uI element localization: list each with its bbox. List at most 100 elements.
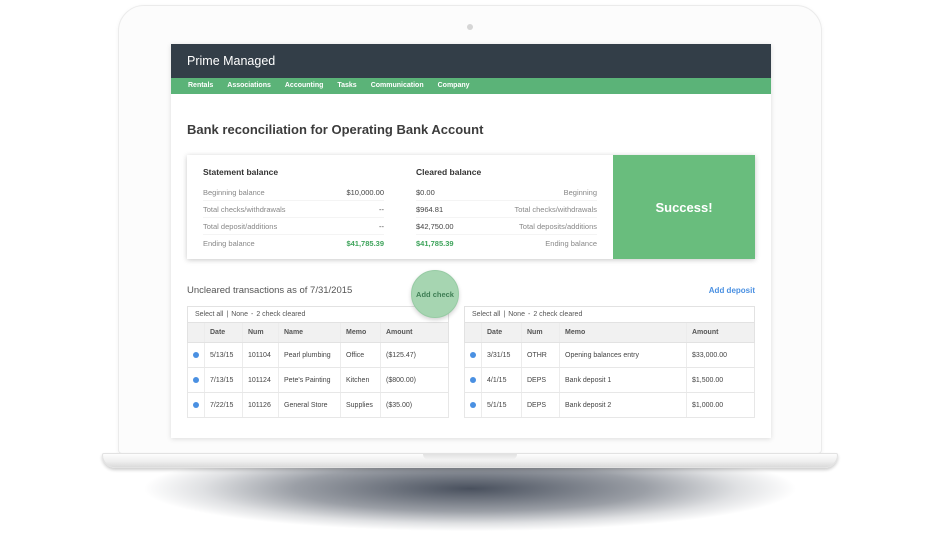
toolbar-divider: | — [226, 311, 228, 318]
nav-item-tasks[interactable]: Tasks — [330, 78, 363, 94]
balance-value: $10,000.00 — [346, 188, 384, 197]
balance-row-ending: $41,785.39 Ending balance — [416, 234, 597, 251]
cell-date: 4/1/15 — [481, 368, 521, 392]
toolbar-dash: - — [528, 311, 530, 318]
cleared-balance-title: Cleared balance — [416, 167, 597, 177]
column-header-amount: Amount — [380, 323, 448, 342]
balance-row: Beginning balance $10,000.00 — [203, 184, 384, 200]
webcam-dot — [467, 24, 473, 30]
stage: Prime Managed Rentals Associations Accou… — [0, 0, 940, 549]
app-header: Prime Managed — [171, 44, 771, 78]
page-title: Bank reconciliation for Operating Bank A… — [187, 122, 755, 137]
nav-item-company[interactable]: Company — [431, 78, 477, 94]
column-header-memo: Memo — [559, 323, 686, 342]
cleared-toggle-dot[interactable] — [470, 352, 476, 358]
cleared-count: 2 check cleared — [533, 311, 582, 318]
laptop-base — [102, 453, 838, 468]
cleared-toggle-dot[interactable] — [470, 402, 476, 408]
cleared-count: 2 check cleared — [256, 311, 305, 318]
table-row[interactable]: 7/13/15 101124 Pete's Painting Kitchen (… — [187, 368, 449, 393]
cell-memo: Bank deposit 1 — [559, 368, 686, 392]
table-header: Date Num Memo Amount — [464, 323, 755, 343]
cell-amount: $1,000.00 — [686, 393, 754, 417]
balance-label: Ending balance — [203, 239, 255, 248]
balance-label: Beginning balance — [203, 188, 265, 197]
table-row[interactable]: 5/1/15 DEPS Bank deposit 2 $1,000.00 — [464, 393, 755, 418]
cleared-balance-section: Cleared balance $0.00 Beginning $964.81 … — [400, 155, 613, 259]
table-toolbar: Select all|None-2 check cleared — [464, 306, 755, 323]
balance-value: $41,785.39 — [416, 239, 454, 248]
checkbox-cell — [188, 343, 204, 367]
nav-item-associations[interactable]: Associations — [220, 78, 278, 94]
balance-value: $0.00 — [416, 188, 435, 197]
success-badge: Success! — [613, 155, 755, 259]
cell-memo: Office — [340, 343, 380, 367]
cell-name: Pearl plumbing — [278, 343, 340, 367]
cell-memo: Supplies — [340, 393, 380, 417]
cell-amount: ($125.47) — [380, 343, 448, 367]
cell-date: 7/13/15 — [204, 368, 242, 392]
nav-item-communication[interactable]: Communication — [364, 78, 431, 94]
balance-value: -- — [379, 222, 384, 231]
balance-row: Total deposit/additions -- — [203, 217, 384, 234]
balance-value: $41,785.39 — [346, 239, 384, 248]
balance-label: Beginning — [564, 188, 597, 197]
transaction-tables: Select all|None-2 check cleared Date Num… — [187, 306, 755, 418]
balance-row-ending: Ending balance $41,785.39 — [203, 234, 384, 251]
balance-row: $964.81 Total checks/withdrawals — [416, 200, 597, 217]
checkbox-cell — [465, 393, 481, 417]
balance-row: Total checks/withdrawals -- — [203, 200, 384, 217]
main-nav: Rentals Associations Accounting Tasks Co… — [171, 78, 771, 94]
table-row[interactable]: 4/1/15 DEPS Bank deposit 1 $1,500.00 — [464, 368, 755, 393]
balance-label: Total deposits/additions — [519, 222, 597, 231]
balance-label: Total deposit/additions — [203, 222, 277, 231]
checkbox-column-header — [465, 323, 481, 342]
cell-amount: $1,500.00 — [686, 368, 754, 392]
column-header-date: Date — [204, 323, 242, 342]
select-none-link[interactable]: None — [231, 311, 248, 318]
table-row[interactable]: 5/13/15 101104 Pearl plumbing Office ($1… — [187, 343, 449, 368]
column-header-num: Num — [242, 323, 278, 342]
cell-name: Pete's Painting — [278, 368, 340, 392]
checkbox-cell — [188, 368, 204, 392]
app-window: Prime Managed Rentals Associations Accou… — [171, 44, 771, 438]
balance-value: -- — [379, 205, 384, 214]
balance-label: Ending balance — [545, 239, 597, 248]
balance-row: $42,750.00 Total deposits/additions — [416, 217, 597, 234]
cell-memo: Kitchen — [340, 368, 380, 392]
cell-date: 3/31/15 — [481, 343, 521, 367]
cell-num: 101124 — [242, 368, 278, 392]
laptop-shadow — [15, 460, 925, 549]
cleared-toggle-dot[interactable] — [193, 377, 199, 383]
cell-memo: Bank deposit 2 — [559, 393, 686, 417]
cell-num: 101126 — [242, 393, 278, 417]
cell-name: General Store — [278, 393, 340, 417]
uncleared-heading: Uncleared transactions as of 7/31/2015 — [187, 285, 352, 296]
cell-amount: ($800.00) — [380, 368, 448, 392]
add-check-button[interactable]: Add check — [411, 270, 459, 318]
balance-label: Total checks/withdrawals — [203, 205, 286, 214]
checkbox-cell — [465, 368, 481, 392]
checkbox-cell — [188, 393, 204, 417]
app-title: Prime Managed — [187, 54, 275, 68]
checkbox-column-header — [188, 323, 204, 342]
table-row[interactable]: 7/22/15 101126 General Store Supplies ($… — [187, 393, 449, 418]
select-all-link[interactable]: Select all — [472, 311, 500, 318]
cell-amount: $33,000.00 — [686, 343, 754, 367]
nav-item-rentals[interactable]: Rentals — [181, 78, 220, 94]
nav-item-accounting[interactable]: Accounting — [278, 78, 331, 94]
select-all-link[interactable]: Select all — [195, 311, 223, 318]
cleared-toggle-dot[interactable] — [193, 402, 199, 408]
select-none-link[interactable]: None — [508, 311, 525, 318]
table-row[interactable]: 3/31/15 OTHR Opening balances entry $33,… — [464, 343, 755, 368]
column-header-num: Num — [521, 323, 559, 342]
cleared-toggle-dot[interactable] — [470, 377, 476, 383]
add-deposit-link[interactable]: Add deposit — [709, 286, 755, 295]
statement-balance-title: Statement balance — [203, 167, 384, 177]
cell-amount: ($35.00) — [380, 393, 448, 417]
balance-label: Total checks/withdrawals — [514, 205, 597, 214]
cell-num: DEPS — [521, 393, 559, 417]
cleared-toggle-dot[interactable] — [193, 352, 199, 358]
laptop-base-notch — [423, 454, 517, 460]
cell-num: OTHR — [521, 343, 559, 367]
